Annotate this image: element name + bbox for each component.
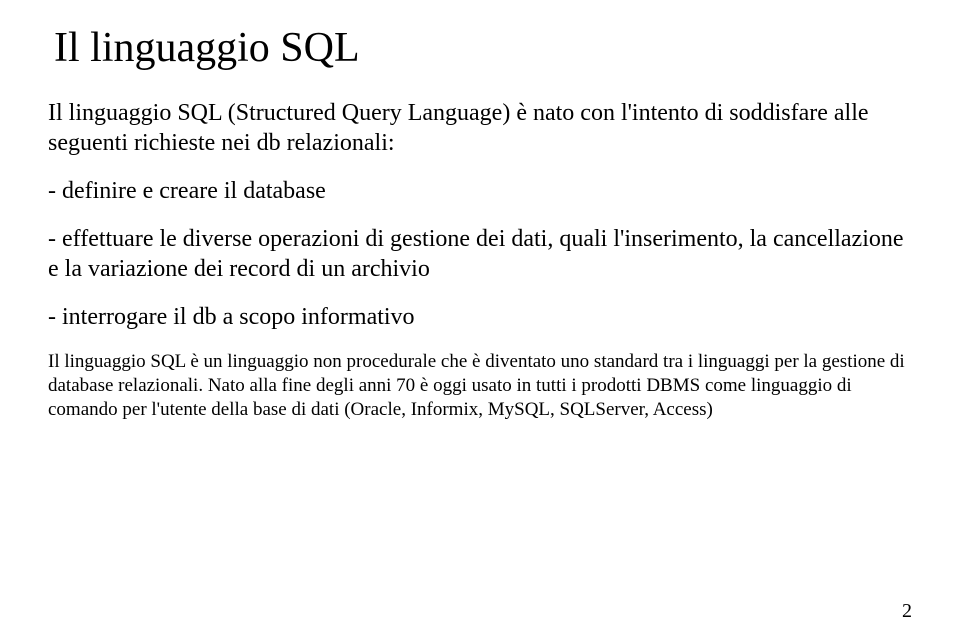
page-number: 2 — [902, 600, 912, 623]
slide-title: Il linguaggio SQL — [54, 24, 912, 72]
bullet-item: - definire e creare il database — [48, 176, 912, 206]
footer-paragraph: Il linguaggio SQL è un linguaggio non pr… — [48, 350, 912, 421]
intro-paragraph: Il linguaggio SQL (Structured Query Lang… — [48, 98, 912, 158]
intro-text: Il linguaggio SQL (Structured Query Lang… — [48, 100, 869, 156]
bullet-item: - interrogare il db a scopo informativo — [48, 302, 912, 332]
bullet-item: - effettuare le diverse operazioni di ge… — [48, 224, 912, 284]
